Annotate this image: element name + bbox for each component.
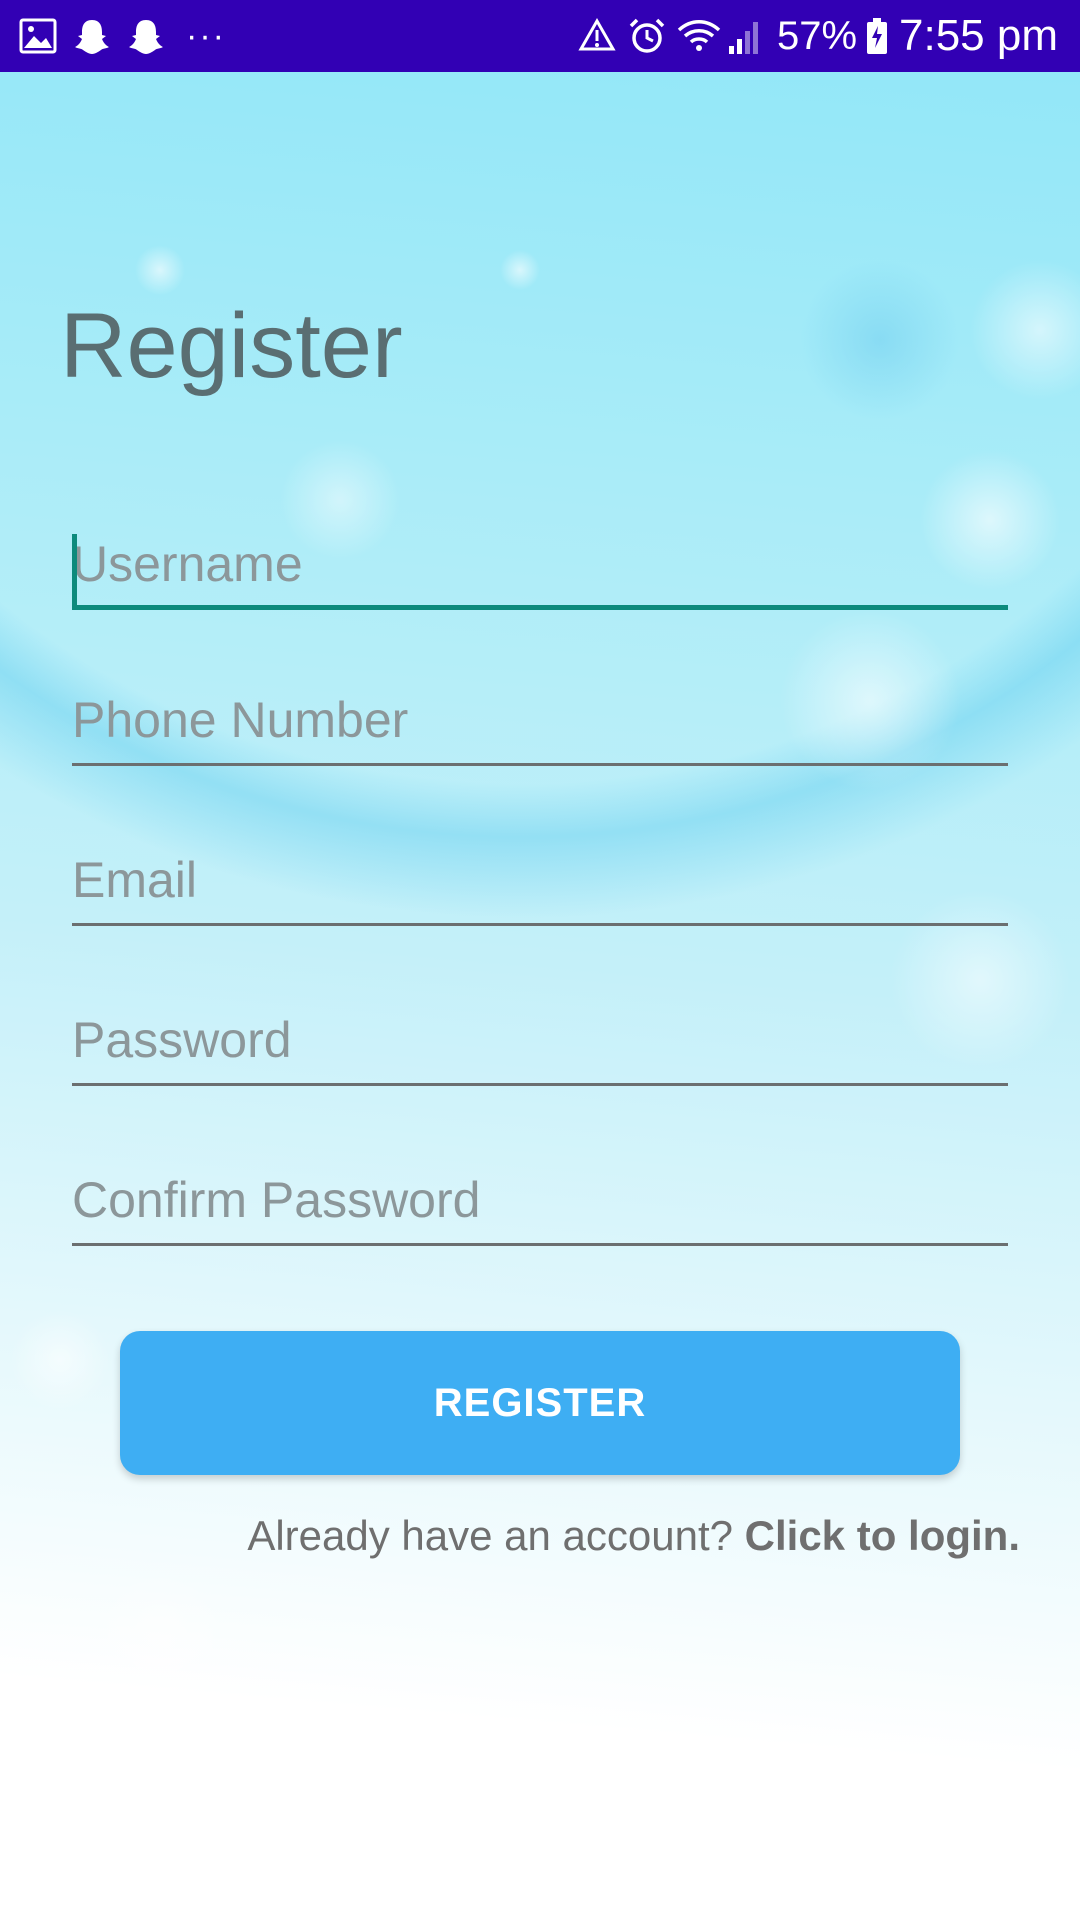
gallery-icon xyxy=(18,16,58,56)
snapchat-icon xyxy=(72,16,112,56)
overflow-notifications: ··· xyxy=(186,17,226,55)
confirm-password-underline xyxy=(72,1243,1008,1246)
password-input[interactable] xyxy=(72,996,1008,1084)
email-field-container xyxy=(72,836,1008,926)
username-input[interactable] xyxy=(72,520,1008,608)
login-prompt-text: Already have an account? xyxy=(247,1512,745,1559)
login-prompt: Already have an account? Click to login. xyxy=(247,1512,1020,1560)
status-right: 57% 7:55 pm xyxy=(577,10,1058,62)
clock: 7:55 pm xyxy=(899,11,1058,60)
snapchat-icon xyxy=(126,16,166,56)
alarm-icon xyxy=(627,16,667,56)
wifi-icon xyxy=(677,16,721,56)
username-field-container xyxy=(72,520,1008,610)
phone-field-container xyxy=(72,676,1008,766)
password-underline xyxy=(72,1083,1008,1086)
status-left: ··· xyxy=(18,14,226,58)
email-input[interactable] xyxy=(72,836,1008,924)
register-button[interactable]: REGISTER xyxy=(120,1331,960,1475)
password-field-container xyxy=(72,996,1008,1086)
confirm-password-input[interactable] xyxy=(72,1156,1008,1244)
register-screen: ··· 57% 7:55 pm Register Username Phone … xyxy=(0,0,1080,1920)
signal-icon xyxy=(727,16,767,56)
phone-input[interactable] xyxy=(72,676,1008,764)
status-bar: ··· 57% 7:55 pm xyxy=(0,0,1080,72)
email-underline xyxy=(72,923,1008,926)
confirm-password-field-container xyxy=(72,1156,1008,1246)
login-link[interactable]: Click to login. xyxy=(745,1512,1020,1559)
data-saver-icon xyxy=(577,16,617,56)
text-cursor xyxy=(72,534,77,606)
phone-underline xyxy=(72,763,1008,766)
battery-icon xyxy=(865,16,889,56)
page-title: Register xyxy=(60,295,403,397)
battery-percentage: 57% xyxy=(776,13,858,58)
username-underline xyxy=(72,605,1008,610)
